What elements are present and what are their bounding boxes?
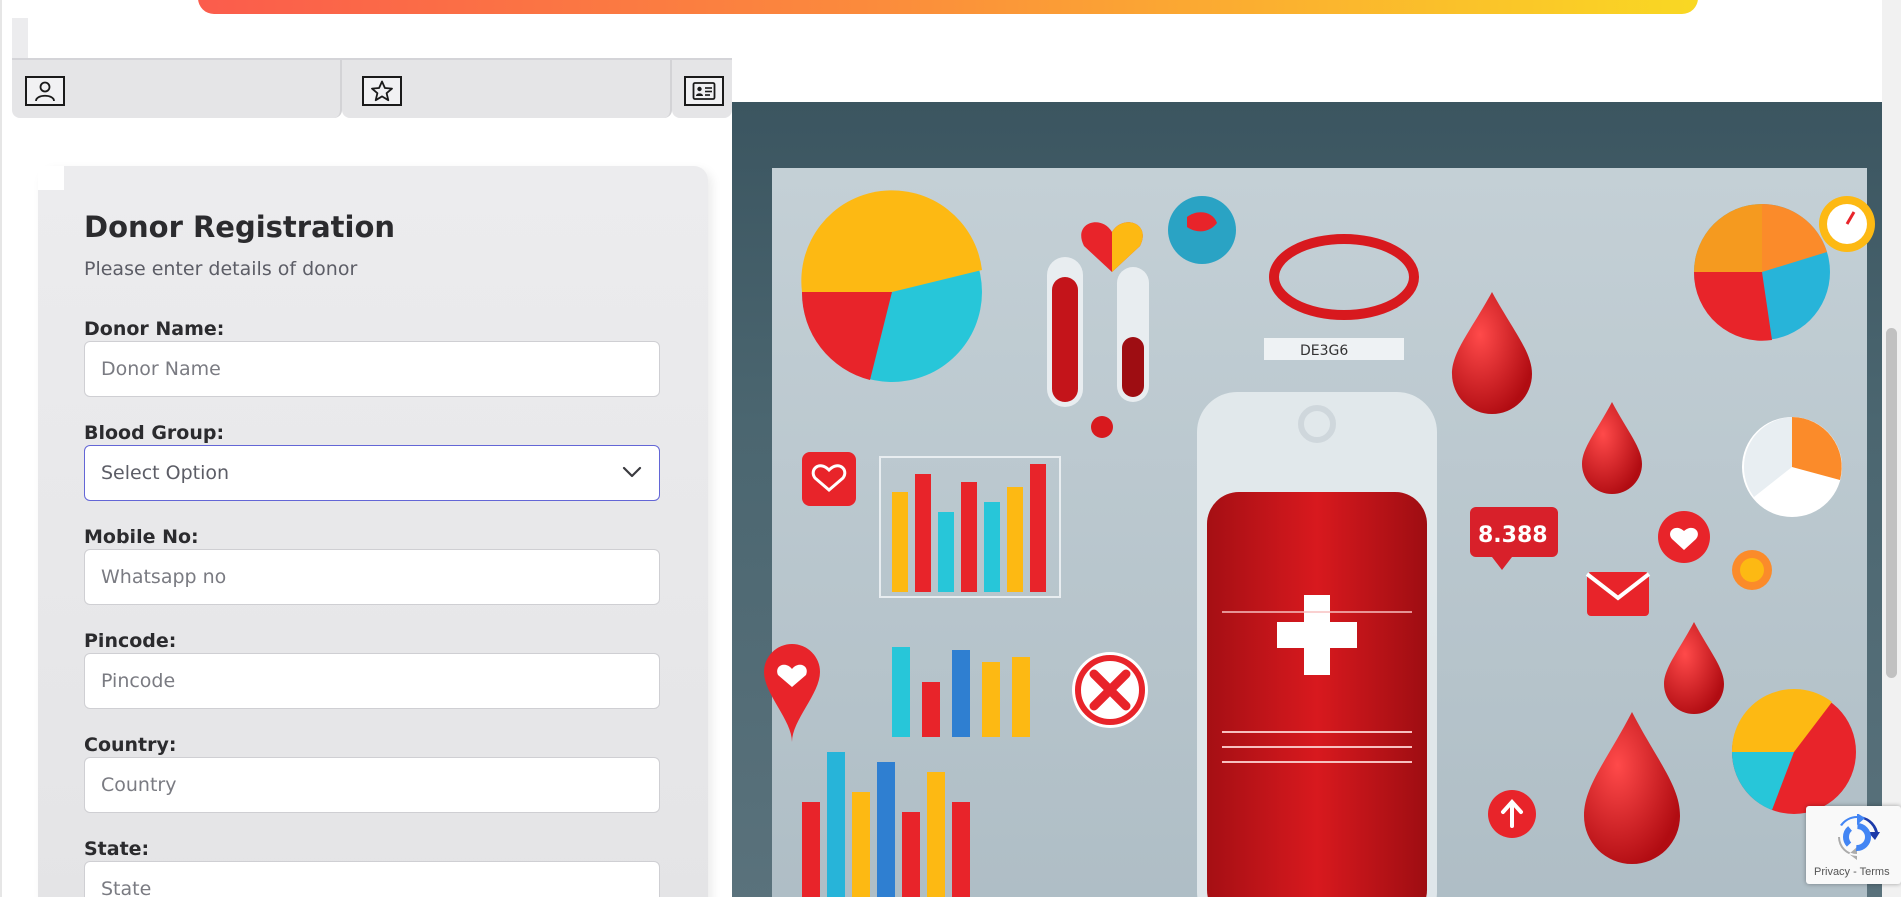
- stat-badge-text: 8.388: [1478, 523, 1548, 548]
- donor-name-input[interactable]: [84, 341, 660, 397]
- id-card-icon[interactable]: [684, 76, 724, 106]
- tab-strip: [12, 58, 732, 118]
- page-scrollbar[interactable]: [1882, 0, 1901, 897]
- bar-chart-bottom-left: [802, 752, 970, 897]
- pincode-input[interactable]: [84, 653, 660, 709]
- state-input[interactable]: [84, 861, 660, 897]
- form-title: Donor Registration: [84, 210, 396, 244]
- pincode-label: Pincode:: [84, 630, 177, 652]
- blood-group-select[interactable]: Select Option: [84, 445, 660, 501]
- blood-group-selected: Select Option: [101, 462, 230, 484]
- tag-text: DE3G6: [1300, 343, 1348, 359]
- donor-form-card: Donor Registration Please enter details …: [38, 166, 708, 897]
- star-icon[interactable]: [362, 76, 402, 106]
- recaptcha-icon: [1838, 814, 1880, 860]
- country-label: Country:: [84, 734, 177, 756]
- tab-id-card[interactable]: [672, 60, 732, 118]
- blood-group-label: Blood Group:: [84, 422, 225, 444]
- pie-chart-bottom: [1731, 688, 1856, 814]
- illustration-art: DE3G6 8.388: [764, 168, 1875, 897]
- country-input[interactable]: [84, 757, 660, 813]
- mobile-label: Mobile No:: [84, 526, 199, 548]
- gradient-banner: [198, 0, 1698, 14]
- tab-favorites[interactable]: [342, 60, 672, 118]
- pie-chart-large: [801, 190, 982, 382]
- page: Donor Registration Please enter details …: [0, 0, 1901, 897]
- card-notch: [38, 166, 64, 190]
- state-label: State:: [84, 838, 150, 860]
- scrollbar-thumb[interactable]: [1886, 328, 1897, 678]
- blood-donation-illustration: DE3G6 8.388: [732, 102, 1882, 897]
- user-icon[interactable]: [25, 76, 65, 106]
- recaptcha-privacy-terms[interactable]: Privacy - Terms: [1814, 866, 1890, 878]
- tab-stub: [12, 18, 28, 58]
- tab-profile[interactable]: [12, 60, 342, 118]
- mobile-input[interactable]: [84, 549, 660, 605]
- blood-bag: [1197, 392, 1437, 897]
- recaptcha-badge[interactable]: Privacy - Terms: [1806, 806, 1901, 884]
- donor-name-label: Donor Name:: [84, 318, 225, 340]
- form-card-body: Donor Registration Please enter details …: [38, 166, 708, 897]
- chevron-down-icon: [621, 464, 643, 483]
- envelope-icon: [1587, 572, 1649, 616]
- left-border: [0, 0, 2, 897]
- pie-chart-right: [1693, 204, 1830, 341]
- form-subtitle: Please enter details of donor: [84, 258, 358, 280]
